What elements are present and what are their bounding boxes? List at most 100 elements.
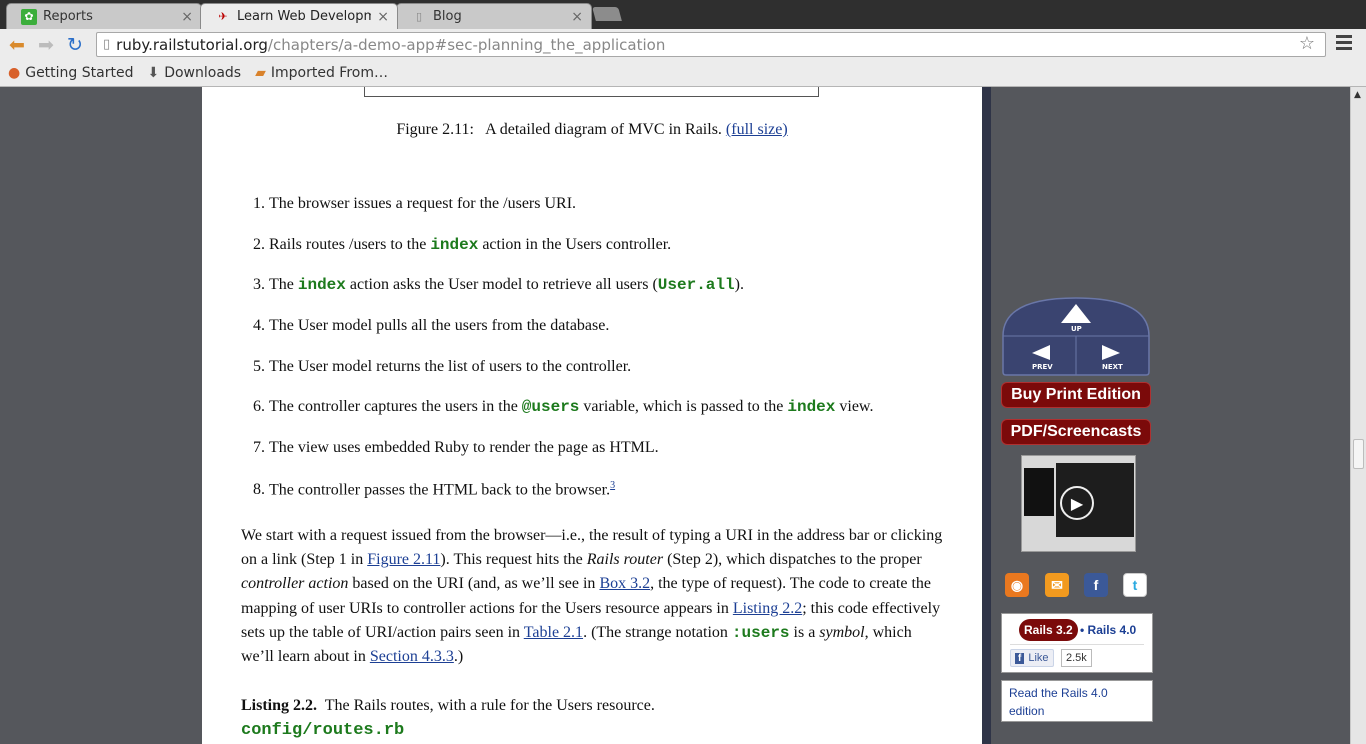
text: The User model returns the list of users…	[269, 357, 632, 375]
close-icon[interactable]: ×	[377, 9, 389, 25]
tab-reports[interactable]: ✿ Reports ×	[6, 3, 202, 29]
list-item: 3. The index action asks the User model …	[242, 276, 962, 317]
text: variable, which is passed to the	[579, 398, 788, 416]
reload-icon[interactable]: ↻	[64, 34, 86, 56]
box-link[interactable]: Box 3.2	[599, 575, 650, 592]
listing-text: The Rails routes, with a rule for the Us…	[317, 697, 655, 714]
list-item-text: The User model pulls all the users from …	[269, 317, 609, 335]
text: The controller passes the HTML back to t…	[269, 481, 611, 499]
list-item: 7. The view uses embedded Ruby to render…	[242, 439, 962, 480]
rails-icon: ✈	[218, 10, 228, 23]
listing-label: Listing 2.2.	[241, 697, 318, 714]
rails-40-link[interactable]: • Rails 4.0	[1080, 623, 1136, 637]
list-item-text: The index action asks the User model to …	[269, 276, 744, 294]
play-icon[interactable]: ▶	[1060, 486, 1094, 520]
list-item-number: 4.	[253, 317, 265, 335]
pdf-screencasts-button[interactable]: PDF/Screencasts	[1001, 419, 1151, 445]
text: The User model pulls all the users from …	[269, 317, 610, 335]
bookmark-label: Getting Started	[25, 65, 134, 81]
tab-learn-web-development[interactable]: ✈ Learn Web Development ×	[200, 3, 398, 29]
listing-filename: config/routes.rb	[241, 721, 405, 740]
list-item-text: The view uses embedded Ruby to render th…	[269, 439, 659, 457]
text: action in the Users controller.	[478, 235, 672, 253]
list-item: 6. The controller captures the users in …	[242, 398, 962, 439]
inline-code: @users	[521, 398, 580, 417]
edition-box: Rails 3.2 • Rails 4.0 f Like 2.5k	[1001, 613, 1153, 673]
figure-link[interactable]: Figure 2.11	[367, 551, 440, 568]
rss-icon[interactable]: ◉	[1005, 573, 1029, 597]
menu-icon[interactable]	[1336, 35, 1352, 53]
bookmark-label: Downloads	[164, 65, 242, 81]
inline-code: :users	[731, 623, 790, 642]
steps-list: 1. The browser issues a request for the …	[242, 195, 962, 521]
figure-caption-text: Figure 2.11: A detailed diagram of MVC i…	[396, 121, 722, 138]
divider	[1010, 644, 1144, 645]
list-item: 5. The User model returns the list of us…	[242, 358, 962, 399]
download-icon: ⬇	[147, 65, 160, 81]
url-domain: ruby.railstutorial.org	[116, 35, 268, 54]
bookmark-imported-from[interactable]: ▰ Imported From…	[255, 65, 388, 81]
back-icon[interactable]: ⬅	[6, 34, 28, 56]
vertical-scrollbar[interactable]: ▲	[1350, 87, 1366, 744]
list-item-text: The controller captures the users in the…	[269, 398, 873, 416]
scroll-up-arrow-icon[interactable]: ▲	[1354, 90, 1361, 100]
emphasis: controller action	[241, 575, 349, 593]
list-item-text: The User model returns the list of users…	[269, 358, 631, 376]
text: is a	[789, 623, 820, 641]
firefox-icon: ●	[8, 65, 21, 81]
list-item: 4. The User model pulls all the users fr…	[242, 317, 962, 358]
tab-blog[interactable]: ▯ Blog ×	[396, 3, 592, 29]
bookmark-downloads[interactable]: ⬇ Downloads	[147, 65, 241, 81]
table-link[interactable]: Table 2.1	[524, 624, 583, 641]
toolbar: ⬅ ➡ ↻ ▯ ruby.railstutorial.org/chapters/…	[0, 29, 1366, 60]
footnote-link[interactable]: 3	[610, 480, 615, 491]
rails40-edition-box: Read the Rails 4.0 edition	[1001, 680, 1153, 722]
forward-icon[interactable]: ➡	[35, 34, 57, 56]
address-bar[interactable]: ▯ ruby.railstutorial.org/chapters/a-demo…	[96, 32, 1326, 57]
page-icon: ▯	[103, 37, 111, 52]
page-viewport: Figure 2.11: A detailed diagram of MVC i…	[0, 87, 1350, 744]
inline-code: index	[787, 398, 836, 417]
text: . (The strange notation	[583, 623, 732, 641]
text: The controller captures the users in the	[269, 398, 522, 416]
close-icon[interactable]: ×	[181, 9, 193, 25]
twitter-icon[interactable]: t	[1123, 573, 1147, 597]
like-count: 2.5k	[1061, 649, 1092, 667]
email-icon[interactable]: ✉	[1045, 573, 1069, 597]
list-item-text: Rails routes /users to the index action …	[269, 236, 671, 254]
chapter-nav: UP PREV NEXT	[1001, 296, 1151, 376]
text: (Step 2), which dispatches to the proper	[663, 551, 922, 569]
text: The browser issues a request for the /us…	[269, 195, 577, 212]
facebook-like-button[interactable]: f Like	[1010, 649, 1054, 667]
text: action asks the User model to retrieve a…	[345, 276, 658, 294]
article-content: Figure 2.11: A detailed diagram of MVC i…	[202, 87, 982, 744]
text: view.	[835, 398, 874, 416]
screencast-pane	[1024, 468, 1054, 516]
tab-title: Reports	[43, 9, 93, 24]
section-link[interactable]: Section 4.3.3	[370, 648, 454, 665]
content-divider	[982, 87, 991, 744]
text: Rails routes /users to the	[269, 235, 431, 253]
facebook-icon: f	[1015, 652, 1025, 664]
new-tab-button[interactable]	[592, 7, 622, 21]
read-rails40-link[interactable]: Read the Rails 4.0 edition	[1009, 684, 1139, 720]
body-paragraph: We start with a request issued from the …	[241, 524, 947, 669]
bookmarks-bar: ● Getting Started ⬇ Downloads ▰ Imported…	[0, 60, 1366, 87]
close-icon[interactable]: ×	[571, 9, 583, 25]
bookmark-getting-started[interactable]: ● Getting Started	[8, 65, 133, 81]
full-size-link[interactable]: (full size)	[726, 121, 788, 138]
scroll-thumb[interactable]	[1353, 439, 1364, 469]
nav-prev-label: PREV	[1032, 363, 1053, 371]
reports-icon: ✿	[21, 8, 37, 25]
list-item-text: The browser issues a request for the /us…	[269, 195, 576, 213]
bookmark-star-icon[interactable]: ☆	[1299, 33, 1315, 54]
text: ).	[734, 276, 744, 294]
buy-print-edition-button[interactable]: Buy Print Edition	[1001, 382, 1151, 408]
screencast-thumbnail[interactable]: ▶	[1021, 455, 1136, 552]
text: The view uses embedded Ruby to render th…	[269, 439, 659, 457]
list-item: 1. The browser issues a request for the …	[242, 195, 962, 236]
rails-32-badge[interactable]: Rails 3.2	[1019, 619, 1078, 641]
listing-link[interactable]: Listing 2.2	[733, 600, 802, 617]
text: The	[269, 276, 298, 294]
facebook-icon[interactable]: f	[1084, 573, 1108, 597]
